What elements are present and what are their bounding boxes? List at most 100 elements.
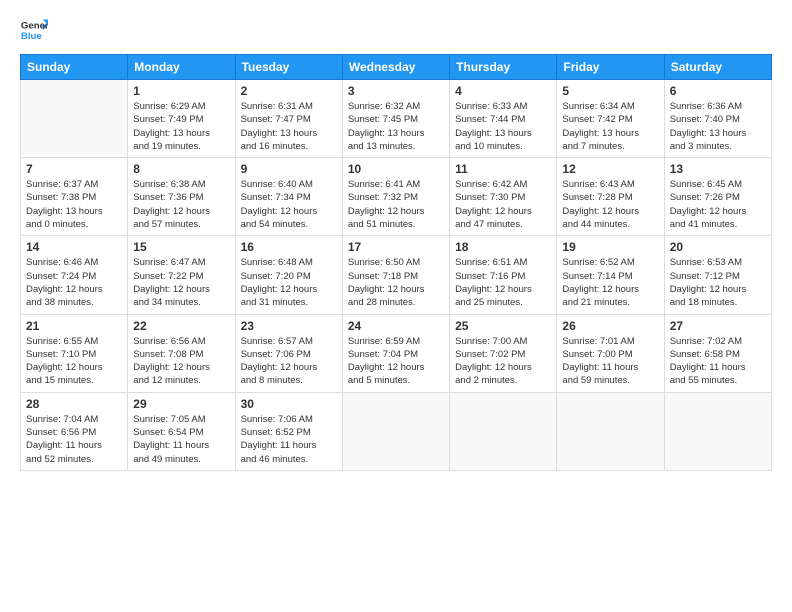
calendar-cell: 14 Sunrise: 6:46 AM Sunset: 7:24 PM Dayli… (21, 236, 128, 314)
calendar-cell: 25 Sunrise: 7:00 AM Sunset: 7:02 PM Dayli… (450, 314, 557, 392)
calendar-cell: 17 Sunrise: 6:50 AM Sunset: 7:18 PM Dayli… (342, 236, 449, 314)
day-number: 26 (562, 319, 658, 333)
week-row-3: 14 Sunrise: 6:46 AM Sunset: 7:24 PM Dayli… (21, 236, 772, 314)
day-info: Sunrise: 6:48 AM Sunset: 7:20 PM Dayligh… (241, 256, 337, 309)
header: General Blue (20, 16, 772, 44)
calendar-cell: 13 Sunrise: 6:45 AM Sunset: 7:26 PM Dayli… (664, 158, 771, 236)
day-info: Sunrise: 6:52 AM Sunset: 7:14 PM Dayligh… (562, 256, 658, 309)
day-number: 9 (241, 162, 337, 176)
day-info: Sunrise: 6:31 AM Sunset: 7:47 PM Dayligh… (241, 100, 337, 153)
calendar-cell: 28 Sunrise: 7:04 AM Sunset: 6:56 PM Dayli… (21, 392, 128, 470)
day-info: Sunrise: 6:47 AM Sunset: 7:22 PM Dayligh… (133, 256, 229, 309)
day-info: Sunrise: 7:05 AM Sunset: 6:54 PM Dayligh… (133, 413, 229, 466)
day-info: Sunrise: 6:59 AM Sunset: 7:04 PM Dayligh… (348, 335, 444, 388)
day-number: 25 (455, 319, 551, 333)
day-info: Sunrise: 6:32 AM Sunset: 7:45 PM Dayligh… (348, 100, 444, 153)
day-info: Sunrise: 6:36 AM Sunset: 7:40 PM Dayligh… (670, 100, 766, 153)
calendar-cell: 6 Sunrise: 6:36 AM Sunset: 7:40 PM Daylig… (664, 80, 771, 158)
day-number: 14 (26, 240, 122, 254)
day-number: 30 (241, 397, 337, 411)
col-header-monday: Monday (128, 55, 235, 80)
day-number: 10 (348, 162, 444, 176)
calendar-cell: 15 Sunrise: 6:47 AM Sunset: 7:22 PM Dayli… (128, 236, 235, 314)
day-info: Sunrise: 7:04 AM Sunset: 6:56 PM Dayligh… (26, 413, 122, 466)
calendar-table: SundayMondayTuesdayWednesdayThursdayFrid… (20, 54, 772, 471)
calendar-cell: 19 Sunrise: 6:52 AM Sunset: 7:14 PM Dayli… (557, 236, 664, 314)
day-number: 15 (133, 240, 229, 254)
page: General Blue SundayMondayTuesdayWednesda… (0, 0, 792, 612)
day-info: Sunrise: 6:56 AM Sunset: 7:08 PM Dayligh… (133, 335, 229, 388)
day-number: 12 (562, 162, 658, 176)
svg-text:Blue: Blue (21, 31, 42, 42)
calendar-cell: 2 Sunrise: 6:31 AM Sunset: 7:47 PM Daylig… (235, 80, 342, 158)
calendar-cell (450, 392, 557, 470)
calendar-cell: 27 Sunrise: 7:02 AM Sunset: 6:58 PM Dayli… (664, 314, 771, 392)
day-number: 19 (562, 240, 658, 254)
calendar-cell: 22 Sunrise: 6:56 AM Sunset: 7:08 PM Dayli… (128, 314, 235, 392)
day-info: Sunrise: 6:42 AM Sunset: 7:30 PM Dayligh… (455, 178, 551, 231)
calendar-cell: 7 Sunrise: 6:37 AM Sunset: 7:38 PM Daylig… (21, 158, 128, 236)
logo-icon: General Blue (20, 16, 48, 44)
calendar-cell: 21 Sunrise: 6:55 AM Sunset: 7:10 PM Dayli… (21, 314, 128, 392)
day-number: 28 (26, 397, 122, 411)
day-info: Sunrise: 6:37 AM Sunset: 7:38 PM Dayligh… (26, 178, 122, 231)
col-header-thursday: Thursday (450, 55, 557, 80)
logo: General Blue (20, 16, 48, 44)
calendar-cell: 9 Sunrise: 6:40 AM Sunset: 7:34 PM Daylig… (235, 158, 342, 236)
day-info: Sunrise: 6:55 AM Sunset: 7:10 PM Dayligh… (26, 335, 122, 388)
day-number: 11 (455, 162, 551, 176)
day-info: Sunrise: 6:33 AM Sunset: 7:44 PM Dayligh… (455, 100, 551, 153)
calendar-cell: 29 Sunrise: 7:05 AM Sunset: 6:54 PM Dayli… (128, 392, 235, 470)
calendar-header-row: SundayMondayTuesdayWednesdayThursdayFrid… (21, 55, 772, 80)
day-info: Sunrise: 6:45 AM Sunset: 7:26 PM Dayligh… (670, 178, 766, 231)
day-number: 5 (562, 84, 658, 98)
day-info: Sunrise: 7:01 AM Sunset: 7:00 PM Dayligh… (562, 335, 658, 388)
calendar-cell: 20 Sunrise: 6:53 AM Sunset: 7:12 PM Dayli… (664, 236, 771, 314)
day-info: Sunrise: 6:46 AM Sunset: 7:24 PM Dayligh… (26, 256, 122, 309)
day-info: Sunrise: 6:43 AM Sunset: 7:28 PM Dayligh… (562, 178, 658, 231)
day-info: Sunrise: 7:06 AM Sunset: 6:52 PM Dayligh… (241, 413, 337, 466)
day-number: 17 (348, 240, 444, 254)
day-number: 4 (455, 84, 551, 98)
calendar-cell (342, 392, 449, 470)
calendar-cell: 1 Sunrise: 6:29 AM Sunset: 7:49 PM Daylig… (128, 80, 235, 158)
day-info: Sunrise: 6:41 AM Sunset: 7:32 PM Dayligh… (348, 178, 444, 231)
col-header-sunday: Sunday (21, 55, 128, 80)
col-header-wednesday: Wednesday (342, 55, 449, 80)
day-info: Sunrise: 6:40 AM Sunset: 7:34 PM Dayligh… (241, 178, 337, 231)
col-header-saturday: Saturday (664, 55, 771, 80)
day-number: 3 (348, 84, 444, 98)
day-number: 16 (241, 240, 337, 254)
calendar-cell (557, 392, 664, 470)
day-number: 29 (133, 397, 229, 411)
day-info: Sunrise: 7:02 AM Sunset: 6:58 PM Dayligh… (670, 335, 766, 388)
day-number: 6 (670, 84, 766, 98)
calendar-cell: 4 Sunrise: 6:33 AM Sunset: 7:44 PM Daylig… (450, 80, 557, 158)
day-number: 2 (241, 84, 337, 98)
day-info: Sunrise: 6:53 AM Sunset: 7:12 PM Dayligh… (670, 256, 766, 309)
calendar-cell: 18Sunrise: 6:51 AM Sunset: 7:16 PM Dayli… (450, 236, 557, 314)
day-info: Sunrise: 7:00 AM Sunset: 7:02 PM Dayligh… (455, 335, 551, 388)
day-number: 27 (670, 319, 766, 333)
day-info: Sunrise: 6:57 AM Sunset: 7:06 PM Dayligh… (241, 335, 337, 388)
day-number: 1 (133, 84, 229, 98)
day-info: Sunrise: 6:34 AM Sunset: 7:42 PM Dayligh… (562, 100, 658, 153)
day-number: 24 (348, 319, 444, 333)
day-info: Sunrise: 6:50 AM Sunset: 7:18 PM Dayligh… (348, 256, 444, 309)
day-number: 21 (26, 319, 122, 333)
day-info: Sunrise: 6:29 AM Sunset: 7:49 PM Dayligh… (133, 100, 229, 153)
day-number: 20 (670, 240, 766, 254)
day-number: 18 (455, 240, 551, 254)
calendar-cell: 10 Sunrise: 6:41 AM Sunset: 7:32 PM Dayli… (342, 158, 449, 236)
calendar-cell: 8Sunrise: 6:38 AM Sunset: 7:36 PM Daylig… (128, 158, 235, 236)
day-number: 22 (133, 319, 229, 333)
week-row-5: 28 Sunrise: 7:04 AM Sunset: 6:56 PM Dayli… (21, 392, 772, 470)
calendar-cell: 11 Sunrise: 6:42 AM Sunset: 7:30 PM Dayli… (450, 158, 557, 236)
calendar-cell: 24 Sunrise: 6:59 AM Sunset: 7:04 PM Dayli… (342, 314, 449, 392)
calendar-cell: 16 Sunrise: 6:48 AM Sunset: 7:20 PM Dayli… (235, 236, 342, 314)
calendar-cell: 23Sunrise: 6:57 AM Sunset: 7:06 PM Dayli… (235, 314, 342, 392)
day-number: 13 (670, 162, 766, 176)
calendar-cell: 26 Sunrise: 7:01 AM Sunset: 7:00 PM Dayli… (557, 314, 664, 392)
day-number: 7 (26, 162, 122, 176)
calendar-cell: 12 Sunrise: 6:43 AM Sunset: 7:28 PM Dayli… (557, 158, 664, 236)
